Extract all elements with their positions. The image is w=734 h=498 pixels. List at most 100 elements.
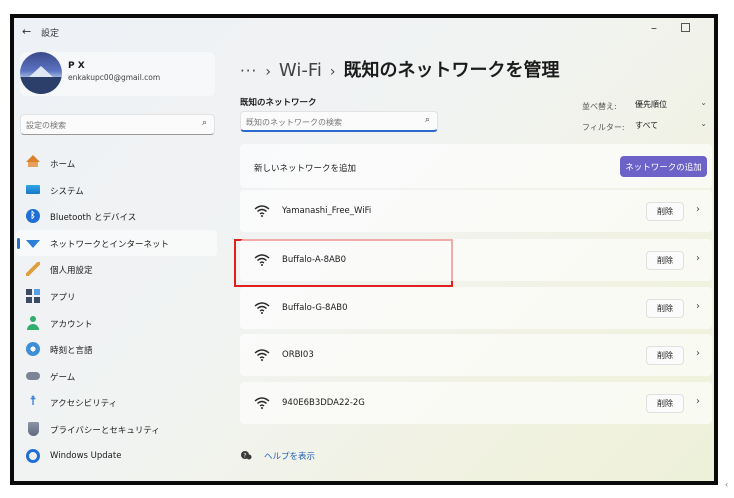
settings-search-input[interactable] xyxy=(26,118,186,132)
sidebar-item-bluetooth[interactable]: ᛒ Bluetooth とデバイス xyxy=(16,203,217,230)
forget-network-button[interactable]: 削除 xyxy=(646,346,684,365)
maximize-button[interactable] xyxy=(681,23,690,32)
search-icon: ⌕ xyxy=(201,118,207,128)
bluetooth-icon: ᛒ xyxy=(26,209,40,224)
add-network-row: 新しいネットワークを追加 ネットワークの追加 xyxy=(240,144,712,188)
settings-window: ← 設定 – P X enkakupc00@gmail.com ⌕ ホーム シス… xyxy=(10,14,718,485)
sidebar-item-label: ホーム xyxy=(50,160,76,170)
sidebar-item-apps[interactable]: アプリ xyxy=(16,283,217,310)
sidebar-item-home[interactable]: ホーム xyxy=(16,150,217,177)
network-name: ORBI03 xyxy=(282,350,314,360)
sidebar-item-label: プライバシーとセキュリティ xyxy=(50,425,160,436)
sidebar-item-privacy[interactable]: プライバシーとセキュリティ xyxy=(16,416,217,443)
forget-network-button[interactable]: 削除 xyxy=(646,202,684,221)
breadcrumb: ··· › Wi-Fi › 既知のネットワークを管理 xyxy=(240,56,559,82)
network-name: 940E6B3DDA22-2G xyxy=(282,398,365,408)
wifi-icon xyxy=(254,205,270,217)
breadcrumb-separator-icon: › xyxy=(265,64,271,80)
help-icon: ? xyxy=(241,451,252,460)
sidebar-item-accessibility[interactable]: ☨ アクセシビリティ xyxy=(16,389,217,416)
network-name: Buffalo-G-8AB0 xyxy=(282,303,348,313)
sidebar-item-personalization[interactable]: 個人用設定 xyxy=(16,256,217,283)
windows-update-icon xyxy=(26,448,40,463)
add-network-button[interactable]: ネットワークの追加 xyxy=(620,156,707,177)
sidebar-item-label: 個人用設定 xyxy=(50,266,93,277)
chevron-down-icon: ⌄ xyxy=(700,98,707,107)
apps-icon xyxy=(26,288,40,303)
forget-network-button[interactable]: 削除 xyxy=(646,299,684,318)
network-row[interactable]: Yamanashi_Free_WiFi 削除 › xyxy=(240,190,712,232)
sidebar-item-time-language[interactable]: 時刻と言語 xyxy=(16,336,217,363)
sidebar-item-label: Windows Update xyxy=(50,450,122,461)
back-arrow-icon[interactable]: ← xyxy=(22,25,31,38)
chevron-right-icon[interactable]: › xyxy=(696,348,700,359)
brush-icon xyxy=(26,262,40,277)
sidebar-item-label: アプリ xyxy=(50,292,76,303)
account-icon xyxy=(26,315,40,330)
profile-email: enkakupc00@gmail.com xyxy=(68,73,161,82)
forget-network-button[interactable]: 削除 xyxy=(646,251,684,270)
user-profile[interactable]: P X enkakupc00@gmail.com xyxy=(20,52,215,96)
privacy-shield-icon xyxy=(28,421,39,436)
network-row[interactable]: ORBI03 削除 › xyxy=(240,334,712,376)
system-icon xyxy=(26,184,40,194)
sort-value: 優先順位 xyxy=(635,100,667,109)
sidebar-item-label: システム xyxy=(50,186,84,197)
chevron-right-icon[interactable]: › xyxy=(696,301,700,312)
sidebar-item-network[interactable]: ネットワークとインターネット xyxy=(16,229,217,257)
minimize-button[interactable]: – xyxy=(651,21,657,35)
sidebar-nav: ホーム システム ᛒ Bluetooth とデバイス ネットワークとインターネッ… xyxy=(16,150,217,469)
network-name: Yamanashi_Free_WiFi xyxy=(282,206,372,216)
accessibility-icon: ☨ xyxy=(29,394,37,410)
network-icon xyxy=(26,239,40,248)
gaming-icon xyxy=(26,371,40,380)
sidebar-item-windows-update[interactable]: Windows Update xyxy=(16,443,217,470)
wifi-icon xyxy=(254,349,270,361)
breadcrumb-wifi[interactable]: Wi-Fi xyxy=(279,60,322,81)
time-language-icon xyxy=(26,342,40,357)
sidebar-item-label: ネットワークとインターネット xyxy=(50,239,170,250)
svg-text:?: ? xyxy=(243,452,246,459)
selected-indicator xyxy=(17,237,20,249)
home-icon xyxy=(26,155,40,167)
sidebar-item-label: Bluetooth とデバイス xyxy=(50,213,137,224)
page-title: 既知のネットワークを管理 xyxy=(343,60,560,81)
chevron-right-icon[interactable]: › xyxy=(696,253,700,264)
known-network-search-box[interactable]: ⌕ xyxy=(240,111,438,132)
avatar xyxy=(20,52,62,94)
wifi-icon xyxy=(254,302,270,314)
profile-name: P X xyxy=(68,61,85,71)
sidebar-item-label: アクセシビリティ xyxy=(50,399,118,410)
add-network-label: 新しいネットワークを追加 xyxy=(254,164,357,174)
chevron-down-icon: ⌄ xyxy=(700,119,707,128)
network-row[interactable]: 940E6B3DDA22-2G 削除 › xyxy=(240,382,712,424)
sidebar-item-gaming[interactable]: ゲーム xyxy=(16,363,217,390)
search-icon: ⌕ xyxy=(424,115,430,125)
breadcrumb-separator-icon: › xyxy=(329,64,336,80)
forget-network-button[interactable]: 削除 xyxy=(646,394,684,413)
help-link[interactable]: ヘルプを表示 xyxy=(264,450,315,462)
filter-value: すべて xyxy=(635,121,659,130)
sort-label: 並べ替え: xyxy=(582,102,617,111)
network-row[interactable]: Buffalo-A-8AB0 削除 › xyxy=(240,239,712,281)
settings-search-box[interactable]: ⌕ xyxy=(20,114,215,135)
sidebar-item-label: アカウント xyxy=(50,319,93,330)
sidebar-item-accounts[interactable]: アカウント xyxy=(16,310,217,337)
sidebar-item-label: ゲーム xyxy=(50,372,76,383)
sort-dropdown[interactable]: 優先順位 ⌄ xyxy=(628,94,712,114)
wifi-icon xyxy=(254,254,270,266)
network-row[interactable]: Buffalo-G-8AB0 削除 › xyxy=(240,287,712,329)
breadcrumb-overflow[interactable]: ··· xyxy=(240,62,257,80)
known-network-search-input[interactable] xyxy=(246,115,411,129)
chevron-right-icon[interactable]: › xyxy=(696,204,700,215)
known-networks-heading: 既知のネットワーク xyxy=(240,98,317,108)
chevron-right-icon[interactable]: › xyxy=(696,396,700,407)
app-title: 設定 xyxy=(41,29,60,39)
filter-dropdown[interactable]: すべて ⌄ xyxy=(628,115,712,135)
page-edge-mark: ‹ xyxy=(725,480,729,489)
sidebar-item-system[interactable]: システム xyxy=(16,177,217,204)
wifi-icon xyxy=(254,397,270,409)
filter-label: フィルター: xyxy=(582,123,625,132)
sidebar-item-label: 時刻と言語 xyxy=(50,346,93,357)
title-bar: ← 設定 – xyxy=(14,18,714,44)
